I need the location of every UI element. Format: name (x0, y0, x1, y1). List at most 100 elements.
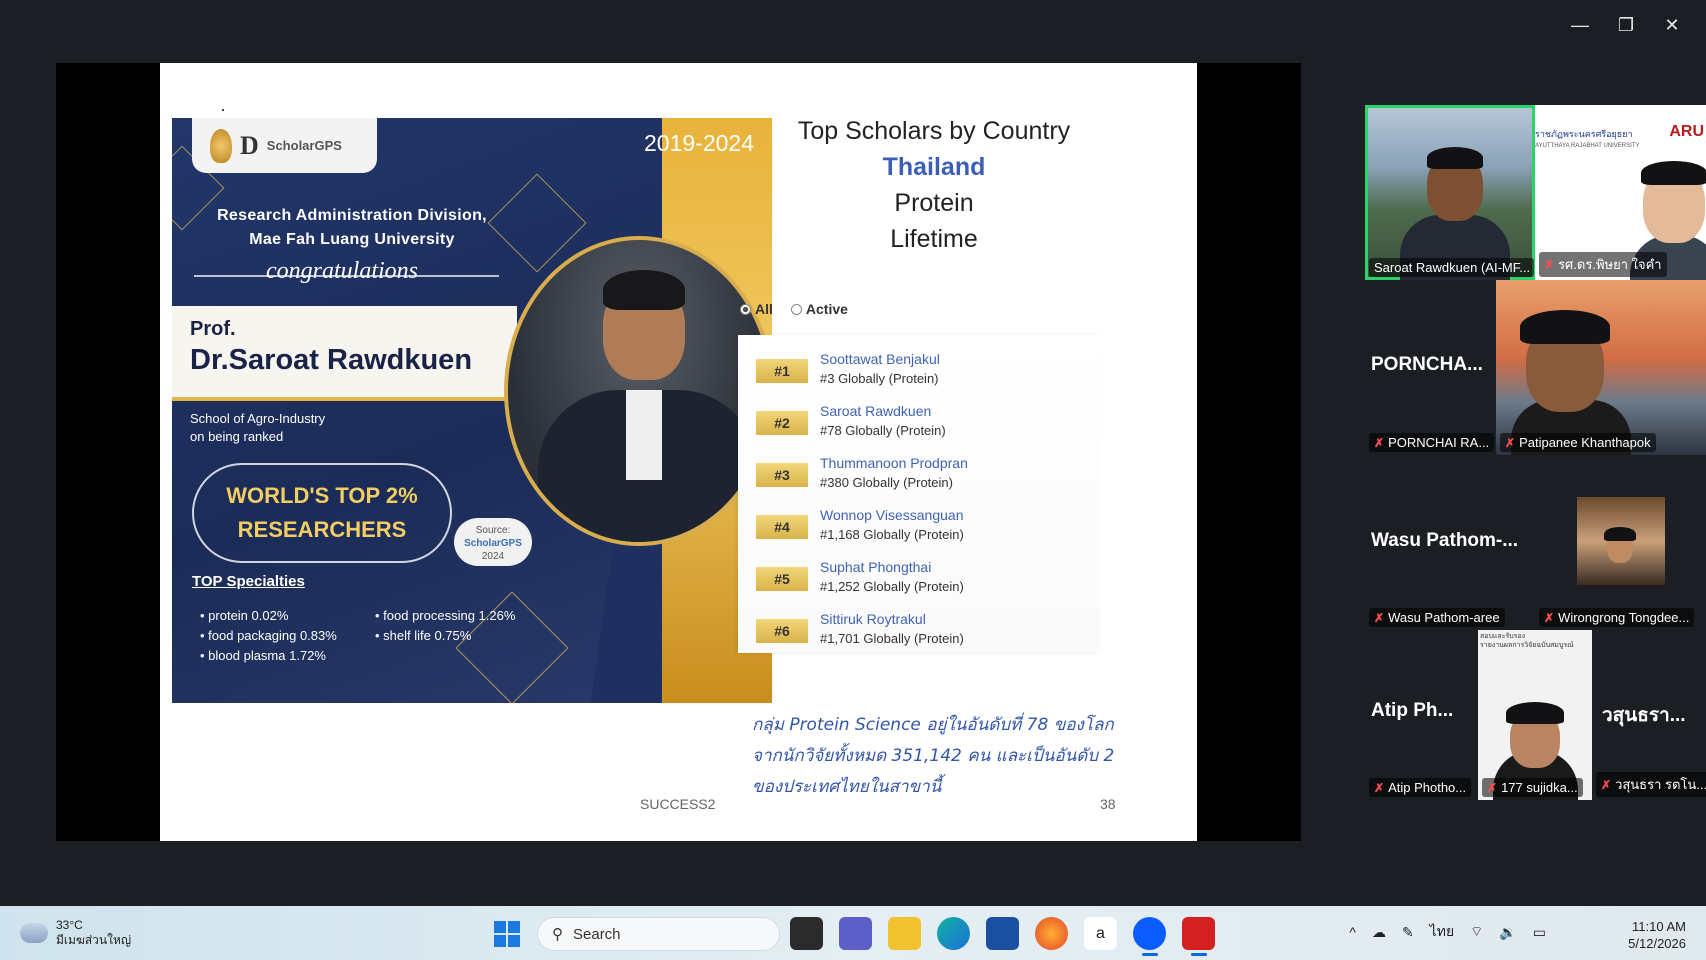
tray-overflow-icon[interactable]: ^ (1349, 924, 1356, 940)
participant-tile-sujidka[interactable]: สอบและรับรอง รายงานผลการวิจัยฉบับสมบูรณ์… (1478, 630, 1592, 800)
volume-icon[interactable]: 🔉 (1499, 924, 1516, 941)
top-specialties-heading: TOP Specialties (192, 573, 305, 590)
rank-badge: #1 (756, 359, 808, 383)
restore-button[interactable]: ❐ (1606, 10, 1646, 40)
radio-unchecked-icon (790, 303, 802, 315)
top-scholars-header: Top Scholars by Country Thailand Protein… (750, 113, 1118, 257)
participant-hair (1506, 702, 1564, 724)
taskbar-apps: a (790, 917, 1215, 956)
clock-time: 11:10 AM (1632, 919, 1686, 934)
period-label: Lifetime (890, 225, 978, 253)
participant-initials: PORNCHA... (1371, 354, 1483, 375)
source-year: 2024 (481, 551, 505, 562)
participant-tile-atip[interactable]: Atip Ph... ✗ Atip Photho... (1365, 630, 1477, 800)
specialty-item: • food packaging 0.83% (200, 628, 337, 643)
mic-muted-icon: ✗ (1374, 610, 1385, 625)
ranking-row: #6 Sittiruk Roytrakul #1,701 Globally (Pro… (738, 609, 1100, 661)
rank-badge: #5 (756, 567, 808, 591)
minimize-button[interactable]: — (1560, 10, 1600, 40)
taskbar-search[interactable]: ⚲ Search (537, 917, 780, 951)
rank-badge: #2 (756, 411, 808, 435)
amazon-icon[interactable]: a (1084, 917, 1117, 950)
scholargps-logo: D ScholarGPS (192, 118, 377, 173)
university-line: Mae Fah Luang University (249, 231, 455, 248)
mfu-logo-icon: D (240, 130, 259, 160)
wifi-icon[interactable]: ⌔ (1470, 923, 1483, 941)
top-2-percent-badge: WORLD'S TOP 2% RESEARCHERS (192, 463, 452, 563)
clock[interactable]: 11:10 AM 5/12/2026 (1628, 918, 1686, 952)
windows-logo-icon (508, 935, 520, 947)
participant-hair (1427, 147, 1483, 169)
onedrive-icon[interactable]: ☁ (1372, 924, 1386, 941)
teams-icon[interactable] (839, 917, 872, 950)
participant-tile-wasu[interactable]: Wasu Pathom-... ✗ Wasu Pathom-aree (1365, 455, 1535, 630)
rank-badge: #4 (756, 515, 808, 539)
badge-line: WORLD'S TOP 2% (226, 483, 418, 508)
participant-tile-wasunthara[interactable]: วสุนธรา... ✗ วสุนธรา รตโน... (1592, 630, 1706, 800)
radio-all-label: All (755, 301, 773, 317)
store-icon[interactable] (986, 917, 1019, 950)
participant-label: 177 sujidka... (1501, 780, 1578, 795)
participant-tile-pishaya[interactable]: ราชภัฏพระนครศรีอยุธยา AYUTTHAYA RAJABHAT… (1535, 105, 1706, 280)
presentation-slide: D ScholarGPS 2019-2024 Research Administ… (160, 63, 1197, 841)
battery-icon[interactable]: ▭ (1533, 924, 1546, 941)
weather-text: 33°C มีเมฆส่วนใหญ่ (56, 918, 131, 948)
participant-initials: Atip Ph... (1371, 700, 1454, 721)
radio-checked-icon (740, 303, 751, 315)
global-rank: #1,701 Globally (Protein) (820, 631, 964, 646)
mic-muted-icon: ✗ (1487, 780, 1498, 795)
pen-icon[interactable]: ✎ (1402, 924, 1414, 941)
virtual-background-caption: สอบและรับรอง รายงานผลการวิจัยฉบับสมบูรณ์ (1480, 633, 1574, 649)
participant-tile-patipanee[interactable]: ✗ Patipanee Khanthapok (1496, 280, 1706, 455)
participant-label: Atip Photho... (1388, 780, 1467, 795)
portrait-hair (603, 270, 685, 310)
rank-badge: #3 (756, 463, 808, 487)
weather-widget[interactable]: 33°C มีเมฆส่วนใหญ่ (20, 918, 131, 948)
participant-name: ✗ รศ.ดร.พิษยา ใจคำ (1539, 252, 1667, 277)
start-button[interactable] (494, 921, 520, 947)
temperature: 33°C (56, 918, 83, 932)
input-language[interactable]: ไทย (1430, 921, 1454, 943)
scholar-name: Saroat Rawdkuen (820, 403, 932, 419)
taskbar: 33°C มีเมฆส่วนใหญ่ ⚲ Search a ^ ☁ ✎ ไทย (0, 906, 1706, 960)
windows-logo-icon (508, 921, 520, 933)
acrobat-icon[interactable] (1182, 917, 1215, 956)
file-explorer-icon[interactable] (888, 917, 921, 950)
thai-note: กลุ่ม Protein Science อยู่ในอันดับที่ 78… (752, 715, 1115, 797)
country-label: Thailand (882, 153, 986, 181)
participant-name: ✗ Wirongrong Tongdee... (1539, 608, 1695, 627)
division-title: Research Administration Division, Mae Fa… (172, 204, 532, 252)
congrats-poster: D ScholarGPS 2019-2024 Research Administ… (172, 118, 772, 703)
participant-tile-pornchai[interactable]: PORNCHA... ✗ PORNCHAI RA... (1365, 280, 1495, 455)
name-band: Prof. Dr.Saroat Rawdkuen (172, 306, 517, 401)
source-badge: Source: ScholarGPS 2024 (454, 518, 532, 566)
edge-icon[interactable] (937, 917, 970, 950)
close-button[interactable]: ✕ (1652, 10, 1692, 40)
participant-name: ✗ 177 sujidka... (1482, 778, 1583, 797)
cloud-icon (20, 923, 48, 943)
windows-logo-icon (494, 921, 506, 933)
clock-date: 5/12/2026 (1628, 936, 1686, 951)
mic-muted-icon: ✗ (1505, 435, 1516, 450)
prof-title: Prof. (190, 318, 236, 340)
portrait-shirt (626, 390, 662, 480)
scholargps-logo-text: ScholarGPS (266, 138, 342, 153)
mic-muted-icon: ✗ (1544, 610, 1555, 625)
task-view-icon[interactable] (790, 917, 823, 950)
specialty-item: • shelf life 0.75% (375, 628, 472, 643)
ranking-row: #5 Suphat Phongthai #1,252 Globally (Prote… (738, 557, 1100, 609)
scholar-name: Wonnop Visessanguan (820, 507, 964, 523)
zoom-icon[interactable] (1133, 917, 1166, 956)
radio-all[interactable]: All (740, 301, 773, 317)
firefox-icon[interactable] (1035, 917, 1068, 950)
participant-label: Patipanee Khanthapok (1519, 435, 1651, 450)
radio-active[interactable]: Active (790, 301, 848, 317)
participant-tile-saroat[interactable]: Saroat Rawdkuen (AI-MF... (1365, 105, 1535, 280)
global-rank: #380 Globally (Protein) (820, 475, 953, 490)
participant-label: รศ.ดร.พิษยา ใจคำ (1558, 257, 1662, 272)
university-seal-icon (210, 128, 232, 163)
slide-footer: SUCCESS2 (640, 796, 716, 812)
specialty-item: • food processing 1.26% (375, 608, 516, 623)
participant-tile-wirongrong[interactable]: ✗ Wirongrong Tongdee... (1535, 455, 1706, 630)
search-placeholder: Search (573, 925, 621, 943)
